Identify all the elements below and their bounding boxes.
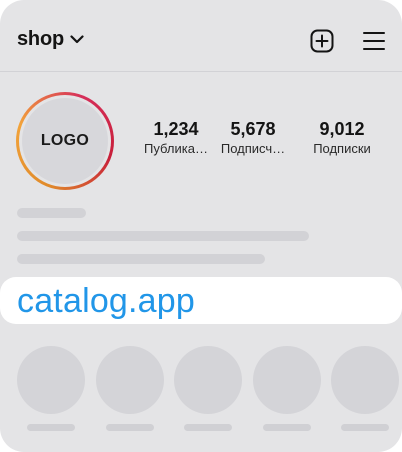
story-highlight[interactable] bbox=[331, 346, 399, 414]
top-bar: shop bbox=[0, 0, 402, 72]
highlight-label-placeholder bbox=[184, 424, 232, 431]
stat-following-count: 9,012 bbox=[319, 119, 365, 139]
highlight-label-placeholder bbox=[341, 424, 389, 431]
account-switcher[interactable]: shop bbox=[17, 28, 84, 51]
bio-link-text: catalog.app bbox=[17, 282, 196, 320]
stat-followers-label: Подписч… bbox=[220, 141, 286, 156]
create-post-icon[interactable] bbox=[310, 29, 334, 53]
bio-link[interactable]: catalog.app bbox=[0, 277, 402, 324]
bio-line-placeholder bbox=[17, 231, 309, 241]
stat-followers[interactable]: 5,678 Подписч… bbox=[208, 118, 298, 158]
avatar-logo-text: LOGO bbox=[40, 132, 90, 149]
stat-following-label: Подписки bbox=[313, 141, 371, 156]
story-highlight[interactable] bbox=[174, 346, 242, 414]
username: shop bbox=[17, 28, 64, 50]
name-placeholder bbox=[17, 208, 86, 218]
profile-avatar[interactable]: LOGO bbox=[16, 92, 114, 190]
avatar-image: LOGO bbox=[22, 98, 108, 184]
stat-following[interactable]: 9,012 Подписки bbox=[297, 118, 387, 158]
highlight-label-placeholder bbox=[27, 424, 75, 431]
highlight-label-placeholder bbox=[263, 424, 311, 431]
profile-screen: shop LOGO 1,234 Публика… 5,678 Подписч… … bbox=[0, 0, 402, 452]
story-highlight[interactable] bbox=[17, 346, 85, 414]
hamburger-menu-icon[interactable] bbox=[363, 31, 385, 51]
story-highlight[interactable] bbox=[253, 346, 321, 414]
stat-followers-count: 5,678 bbox=[230, 119, 276, 139]
bio-line-placeholder bbox=[17, 254, 265, 264]
highlight-label-placeholder bbox=[106, 424, 154, 431]
story-highlight[interactable] bbox=[96, 346, 164, 414]
chevron-down-icon bbox=[70, 35, 84, 44]
